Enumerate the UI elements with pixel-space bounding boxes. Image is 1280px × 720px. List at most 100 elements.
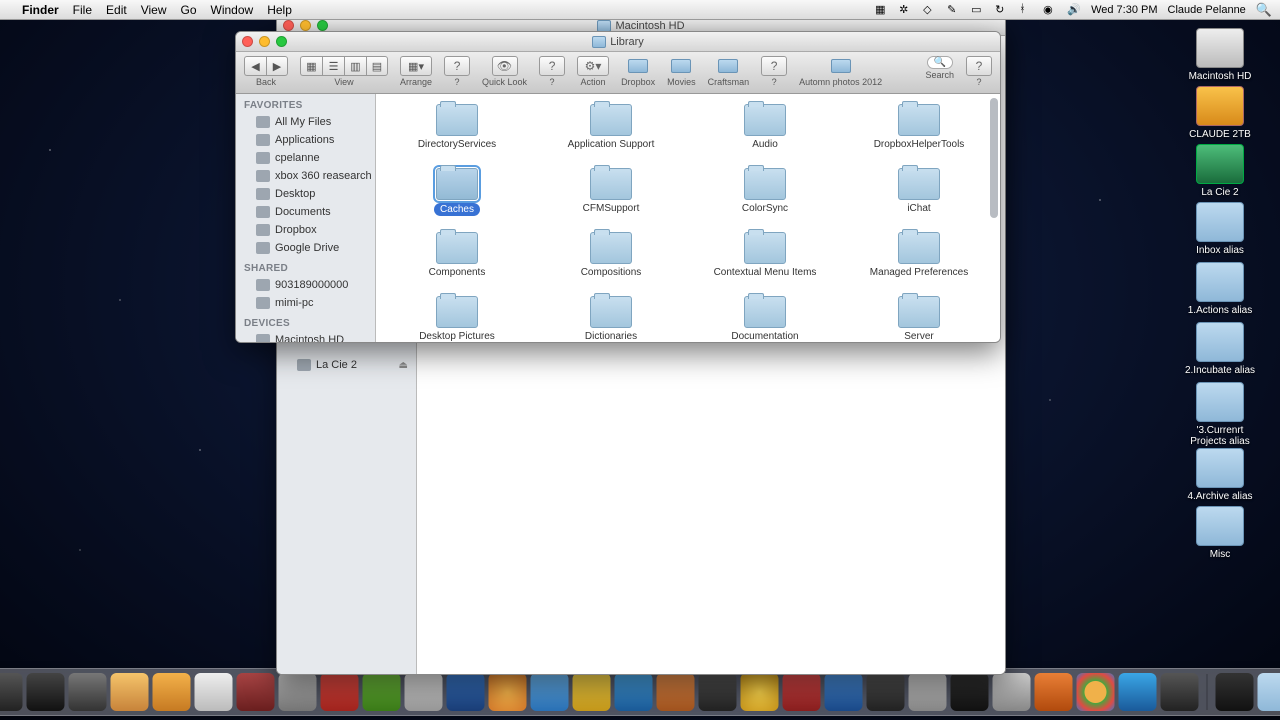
sidebar-item[interactable]: Desktop — [236, 185, 375, 203]
dock-item[interactable] — [489, 673, 527, 711]
view-list-button[interactable]: ☰ — [322, 56, 344, 76]
back-button[interactable]: ◀ — [244, 56, 266, 76]
action-button[interactable]: ⚙▾ — [577, 56, 609, 76]
bluetooth-icon[interactable]: ᚼ — [1019, 3, 1033, 17]
folder-item[interactable]: iChat — [842, 168, 996, 232]
search-field[interactable]: 🔍 — [927, 56, 953, 69]
sidebar-item[interactable]: Dropbox — [236, 221, 375, 239]
movies-folder-button[interactable] — [668, 56, 694, 76]
window-titlebar[interactable]: Library — [236, 32, 1000, 52]
dropbox-icon[interactable]: ◇ — [923, 3, 937, 17]
dock-item[interactable] — [951, 673, 989, 711]
dock-item[interactable] — [573, 673, 611, 711]
close-button[interactable] — [283, 20, 294, 31]
menu-help[interactable]: Help — [267, 3, 292, 17]
desktop-icon[interactable]: 4.Archive alias — [1180, 448, 1260, 502]
menu-edit[interactable]: Edit — [106, 3, 127, 17]
folder-item[interactable]: DropboxHelperTools — [842, 104, 996, 168]
help-button[interactable]: ? — [444, 56, 470, 76]
scrollbar-thumb[interactable] — [990, 98, 998, 218]
folder-item[interactable]: DirectoryServices — [380, 104, 534, 168]
dock-item[interactable] — [783, 673, 821, 711]
folder-item[interactable]: Desktop Pictures — [380, 296, 534, 342]
volume-icon[interactable]: 🔊 — [1067, 3, 1081, 17]
wifi-icon[interactable]: ◉ — [1043, 3, 1057, 17]
dock-item[interactable] — [111, 673, 149, 711]
traffic-lights[interactable] — [283, 20, 328, 31]
folder-item[interactable]: CFMSupport — [534, 168, 688, 232]
folder-item[interactable]: Compositions — [534, 232, 688, 296]
folder-item[interactable]: Dictionaries — [534, 296, 688, 342]
desktop-icon[interactable]: 2.Incubate alias — [1180, 322, 1260, 376]
dock-item[interactable] — [321, 673, 359, 711]
folder-item[interactable]: Server — [842, 296, 996, 342]
help-button[interactable]: ? — [966, 56, 992, 76]
dock-item[interactable] — [0, 673, 23, 711]
minimize-button[interactable] — [300, 20, 311, 31]
minimize-button[interactable] — [259, 36, 270, 47]
desktop-icon[interactable]: 1.Actions alias — [1180, 262, 1260, 316]
sidebar-item[interactable]: cpelanne — [236, 149, 375, 167]
sidebar-item[interactable]: All My Files — [236, 113, 375, 131]
dock-item[interactable] — [993, 673, 1031, 711]
sidebar-item[interactable]: mimi-pc — [236, 294, 375, 312]
desktop-icon[interactable]: '3.Currenrt Projects alias — [1180, 382, 1260, 447]
zoom-button[interactable] — [276, 36, 287, 47]
view-column-button[interactable]: ▥ — [344, 56, 366, 76]
app-name[interactable]: Finder — [22, 3, 59, 17]
menu-go[interactable]: Go — [181, 3, 197, 17]
dock-item[interactable] — [69, 673, 107, 711]
dock-item[interactable] — [615, 673, 653, 711]
sidebar-item[interactable]: Documents — [236, 203, 375, 221]
folder-item[interactable]: Components — [380, 232, 534, 296]
menu-window[interactable]: Window — [211, 3, 254, 17]
dock-item[interactable] — [1258, 673, 1280, 711]
desktop-icon[interactable]: CLAUDE 2TB — [1180, 86, 1260, 140]
traffic-lights[interactable] — [242, 36, 287, 47]
dock-item[interactable] — [825, 673, 863, 711]
folder-item[interactable]: Audio — [688, 104, 842, 168]
dock-item[interactable] — [237, 673, 275, 711]
timemachine-icon[interactable]: ↻ — [995, 3, 1009, 17]
dock-item[interactable] — [1035, 673, 1073, 711]
eject-icon[interactable]: ⏏ — [399, 360, 408, 371]
dock-item[interactable] — [1119, 673, 1157, 711]
evernote-icon[interactable]: ✎ — [947, 3, 961, 17]
folder-item[interactable]: Contextual Menu Items — [688, 232, 842, 296]
dock[interactable] — [0, 668, 1280, 716]
sidebar-device-lacie[interactable]: La Cie 2 ⏏ — [277, 356, 416, 374]
dock-item[interactable] — [531, 673, 569, 711]
finder-window-front[interactable]: Library ◀ ▶ Back ▦ ☰ ▥ ▤ View ▦▾ Arrange… — [235, 31, 1001, 343]
craftsman-folder-button[interactable] — [715, 56, 741, 76]
dock-item[interactable] — [741, 673, 779, 711]
automn-folder-button[interactable] — [828, 56, 854, 76]
dock-item[interactable] — [909, 673, 947, 711]
dock-item[interactable] — [1161, 673, 1199, 711]
sidebar-item[interactable]: Applications — [236, 131, 375, 149]
dropbox-folder-button[interactable] — [625, 56, 651, 76]
folder-item[interactable]: Documentation — [688, 296, 842, 342]
sidebar-item[interactable]: xbox 360 reasearch — [236, 167, 375, 185]
desktop-icon[interactable]: Misc — [1180, 506, 1260, 560]
help-button[interactable]: ? — [761, 56, 787, 76]
display-icon[interactable]: ▭ — [971, 3, 985, 17]
desktop-icon[interactable]: Macintosh HD — [1180, 28, 1260, 82]
dock-item[interactable] — [867, 673, 905, 711]
dock-item[interactable] — [1216, 673, 1254, 711]
desktop-icon[interactable]: Inbox alias — [1180, 202, 1260, 256]
folder-item[interactable]: Caches — [380, 168, 534, 232]
status-icon[interactable]: ▦ — [875, 3, 889, 17]
menu-clock[interactable]: Wed 7:30 PM — [1091, 4, 1157, 16]
folder-grid[interactable]: DirectoryServicesApplication SupportAudi… — [376, 94, 1000, 342]
dock-item[interactable] — [195, 673, 233, 711]
sidebar-item[interactable]: 903189000000 — [236, 276, 375, 294]
dock-item[interactable] — [699, 673, 737, 711]
dock-item[interactable] — [447, 673, 485, 711]
desktop-icon[interactable]: La Cie 2 — [1180, 144, 1260, 198]
dock-item[interactable] — [153, 673, 191, 711]
sidebar-item[interactable]: Google Drive — [236, 239, 375, 257]
dock-item[interactable] — [405, 673, 443, 711]
help-button[interactable]: ? — [539, 56, 565, 76]
folder-item[interactable]: Managed Preferences — [842, 232, 996, 296]
menu-file[interactable]: File — [73, 3, 92, 17]
